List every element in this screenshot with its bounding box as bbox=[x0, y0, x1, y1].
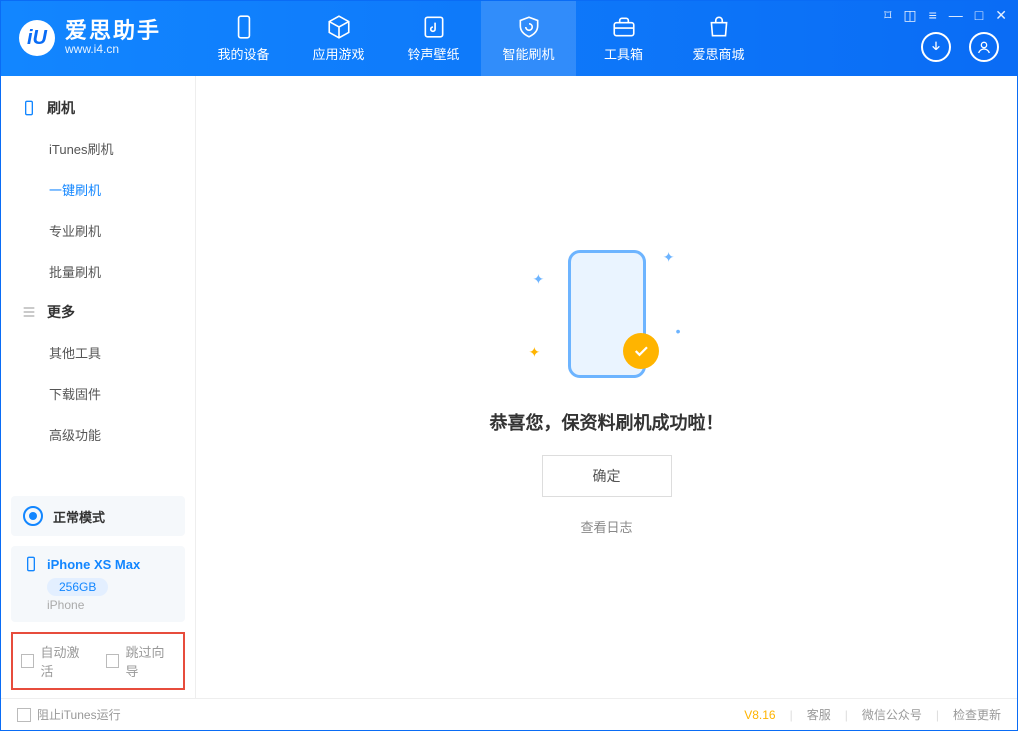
checkbox-label: 自动激活 bbox=[40, 642, 90, 680]
close-button[interactable]: ✕ bbox=[995, 7, 1007, 24]
tab-label: 智能刷机 bbox=[502, 44, 554, 63]
mode-status-icon bbox=[23, 506, 43, 526]
success-illustration: ✦ ✦ ✦ • bbox=[527, 239, 687, 389]
footer-link-support[interactable]: 客服 bbox=[807, 706, 831, 723]
group-label: 更多 bbox=[47, 302, 75, 322]
device-capacity: 256GB bbox=[47, 578, 108, 596]
app-subtitle: www.i4.cn bbox=[65, 42, 161, 56]
theme-icon[interactable]: ◫ bbox=[903, 7, 916, 24]
list-icon bbox=[21, 304, 37, 320]
phone-small-icon bbox=[21, 100, 37, 116]
download-button[interactable] bbox=[921, 32, 951, 62]
sparkle-icon: ✦ bbox=[533, 271, 545, 288]
tab-label: 应用游戏 bbox=[312, 44, 364, 63]
tab-label: 工具箱 bbox=[604, 44, 643, 63]
checkbox-auto-activate[interactable]: 自动激活 bbox=[21, 642, 90, 680]
sparkle-icon: • bbox=[676, 323, 681, 339]
device-subtype: iPhone bbox=[47, 598, 173, 612]
ok-button[interactable]: 确定 bbox=[542, 455, 672, 497]
checkbox-block-itunes[interactable]: 阻止iTunes运行 bbox=[17, 706, 121, 723]
device-name: iPhone XS Max bbox=[47, 557, 140, 572]
sidebar-item-onekey-flash[interactable]: 一键刷机 bbox=[1, 169, 195, 210]
main-tabs: 我的设备 应用游戏 铃声壁纸 智能刷机 工具箱 爱思商城 bbox=[196, 1, 766, 76]
lock-icon[interactable]: ⌑ bbox=[884, 7, 891, 24]
music-icon bbox=[421, 14, 447, 40]
tab-toolbox[interactable]: 工具箱 bbox=[576, 1, 671, 76]
checkbox-skip-guide[interactable]: 跳过向导 bbox=[106, 642, 175, 680]
sparkle-icon: ✦ bbox=[663, 249, 675, 266]
mode-panel[interactable]: 正常模式 bbox=[11, 496, 185, 536]
sidebar-item-itunes-flash[interactable]: iTunes刷机 bbox=[1, 128, 195, 169]
footer: 阻止iTunes运行 V8.16 | 客服 | 微信公众号 | 检查更新 bbox=[1, 698, 1017, 730]
options-row: 自动激活 跳过向导 bbox=[11, 632, 185, 690]
app-title: 爱思助手 bbox=[65, 20, 161, 42]
device-icon bbox=[231, 14, 257, 40]
checkbox-label: 阻止iTunes运行 bbox=[37, 706, 121, 723]
sidebar-group-more: 更多 bbox=[1, 292, 195, 332]
check-badge-icon bbox=[623, 333, 659, 369]
logo-icon: iU bbox=[19, 20, 55, 56]
checkbox-icon bbox=[106, 654, 119, 668]
account-button[interactable] bbox=[969, 32, 999, 62]
device-panel[interactable]: iPhone XS Max 256GB iPhone bbox=[11, 546, 185, 622]
tab-flash[interactable]: 智能刷机 bbox=[481, 1, 576, 76]
sidebar-item-pro-flash[interactable]: 专业刷机 bbox=[1, 210, 195, 251]
tab-store[interactable]: 爱思商城 bbox=[671, 1, 766, 76]
tab-label: 我的设备 bbox=[217, 44, 269, 63]
maximize-button[interactable]: □ bbox=[975, 7, 983, 24]
checkbox-icon bbox=[21, 654, 34, 668]
header: iU 爱思助手 www.i4.cn 我的设备 应用游戏 铃声壁纸 智能刷机 bbox=[1, 1, 1017, 76]
bag-icon bbox=[706, 14, 732, 40]
tab-ringtone[interactable]: 铃声壁纸 bbox=[386, 1, 481, 76]
sidebar-group-flash: 刷机 bbox=[1, 88, 195, 128]
logo-block: iU 爱思助手 www.i4.cn bbox=[1, 20, 196, 56]
tab-label: 铃声壁纸 bbox=[407, 44, 459, 63]
cube-icon bbox=[326, 14, 352, 40]
sidebar-item-advanced[interactable]: 高级功能 bbox=[1, 414, 195, 455]
minimize-button[interactable]: — bbox=[949, 7, 963, 24]
mode-label: 正常模式 bbox=[53, 507, 105, 526]
window-controls: ⌑ ◫ ≡ — □ ✕ bbox=[884, 7, 1007, 24]
version-label: V8.16 bbox=[744, 708, 775, 722]
group-label: 刷机 bbox=[47, 98, 75, 118]
toolbox-icon bbox=[611, 14, 637, 40]
success-message: 恭喜您，保资料刷机成功啦！ bbox=[490, 409, 724, 435]
menu-icon[interactable]: ≡ bbox=[929, 7, 937, 24]
sidebar-item-other-tools[interactable]: 其他工具 bbox=[1, 332, 195, 373]
sparkle-icon: ✦ bbox=[529, 344, 541, 361]
sidebar-item-download-fw[interactable]: 下载固件 bbox=[1, 373, 195, 414]
phone-outline-icon bbox=[23, 556, 39, 572]
footer-link-wechat[interactable]: 微信公众号 bbox=[862, 706, 922, 723]
tab-label: 爱思商城 bbox=[692, 44, 744, 63]
view-log-link[interactable]: 查看日志 bbox=[580, 517, 632, 536]
tab-my-device[interactable]: 我的设备 bbox=[196, 1, 291, 76]
main-content: ✦ ✦ ✦ • 恭喜您，保资料刷机成功啦！ 确定 查看日志 bbox=[196, 76, 1017, 698]
checkbox-icon bbox=[17, 708, 31, 722]
checkbox-label: 跳过向导 bbox=[125, 642, 175, 680]
tab-apps[interactable]: 应用游戏 bbox=[291, 1, 386, 76]
refresh-shield-icon bbox=[516, 14, 542, 40]
footer-link-update[interactable]: 检查更新 bbox=[953, 706, 1001, 723]
sidebar-item-batch-flash[interactable]: 批量刷机 bbox=[1, 251, 195, 292]
sidebar: 刷机 iTunes刷机 一键刷机 专业刷机 批量刷机 更多 其他工具 下载固件 … bbox=[1, 76, 196, 698]
